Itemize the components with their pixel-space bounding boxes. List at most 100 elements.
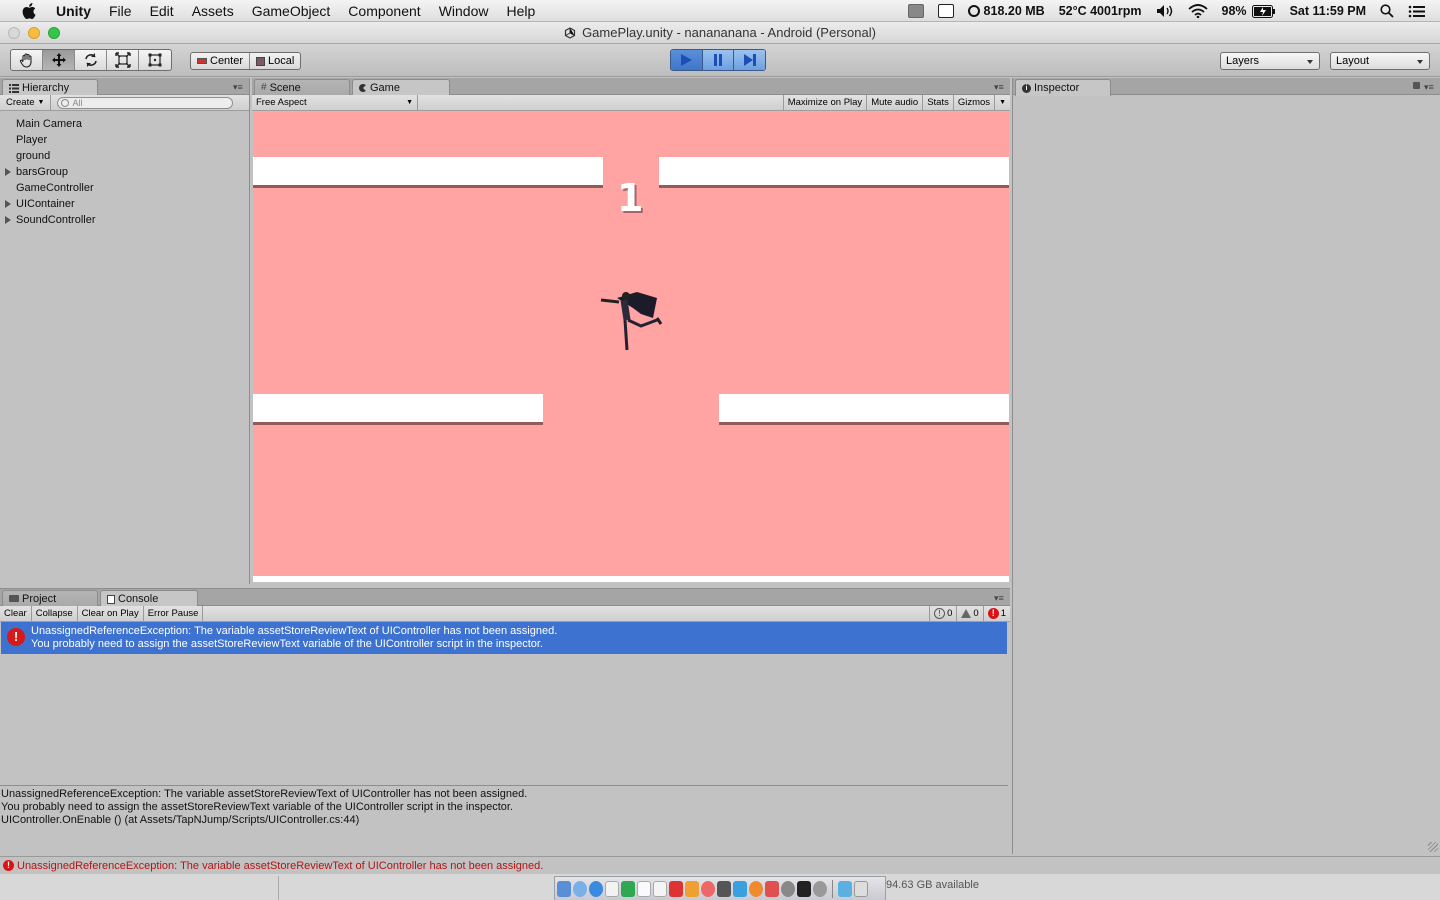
layout-dropdown[interactable]: Layout xyxy=(1330,52,1430,70)
panel-menu-icon[interactable]: ▾≡ xyxy=(994,83,1006,92)
battery-status[interactable]: 98% xyxy=(1222,4,1276,18)
move-tool-button[interactable] xyxy=(43,50,75,70)
notes-icon[interactable] xyxy=(605,880,619,897)
hierarchy-item-barsgroup[interactable]: barsGroup xyxy=(0,164,249,180)
memory-status[interactable]: 818.20 MB xyxy=(967,4,1045,18)
trash-icon[interactable] xyxy=(854,880,868,897)
hand-tool-button[interactable] xyxy=(11,50,43,70)
play-button[interactable] xyxy=(671,50,703,70)
expand-arrow-icon[interactable] xyxy=(5,216,11,224)
pivot-local-button[interactable]: Local xyxy=(250,53,300,69)
panel-menu-icon[interactable]: ▾≡ xyxy=(233,83,245,92)
game-viewport[interactable]: 1 xyxy=(253,112,1009,582)
minimize-window-button[interactable] xyxy=(28,27,40,39)
finder-icon[interactable] xyxy=(557,880,571,897)
status-item-icon[interactable] xyxy=(907,4,924,18)
calendar-icon[interactable] xyxy=(653,880,667,897)
messages-icon[interactable] xyxy=(733,880,747,897)
console-log-list[interactable] xyxy=(1,654,1007,786)
terminal-icon[interactable] xyxy=(621,880,635,897)
rect-tool-button[interactable] xyxy=(139,50,171,70)
maximize-on-play-toggle[interactable]: Maximize on Play xyxy=(782,95,868,110)
downloads-folder-icon[interactable] xyxy=(838,880,852,897)
clear-button[interactable]: Clear xyxy=(0,606,32,621)
panel-menu-icon[interactable]: ▾≡ xyxy=(994,594,1006,603)
console-splitter[interactable] xyxy=(0,785,1008,786)
aspect-label: Free Aspect xyxy=(256,97,307,108)
console-log-entry[interactable]: ! UnassignedReferenceException: The vari… xyxy=(1,622,1007,654)
pdf-app-icon[interactable] xyxy=(669,880,683,897)
bookmark-status-icon[interactable] xyxy=(937,4,954,18)
menu-file[interactable]: File xyxy=(109,3,132,19)
hierarchy-item-uicontainer[interactable]: UIContainer xyxy=(0,196,249,212)
safari-icon[interactable] xyxy=(589,880,603,897)
zoom-window-button[interactable] xyxy=(48,27,60,39)
hierarchy-item-main-camera[interactable]: Main Camera xyxy=(0,116,249,132)
menu-window[interactable]: Window xyxy=(439,3,489,19)
create-dropdown[interactable]: Create ▼ xyxy=(0,95,52,110)
spotlight-search-icon[interactable] xyxy=(1380,4,1394,18)
step-button[interactable] xyxy=(734,50,765,70)
textedit-icon[interactable] xyxy=(637,880,651,897)
collapse-toggle[interactable]: Collapse xyxy=(32,606,78,621)
mute-audio-toggle[interactable]: Mute audio xyxy=(867,95,924,110)
warning-filter-toggle[interactable]: 0 xyxy=(956,606,982,621)
volume-icon[interactable] xyxy=(1156,4,1174,18)
system-prefs-icon[interactable] xyxy=(781,880,795,897)
hierarchy-subbar: Create ▼ All xyxy=(0,95,249,111)
aspect-dropdown[interactable]: Free Aspect ▼ xyxy=(252,95,418,110)
clear-on-play-toggle[interactable]: Clear on Play xyxy=(78,606,144,621)
menu-component[interactable]: Component xyxy=(348,3,420,19)
lock-icon[interactable] xyxy=(1413,82,1420,89)
stats-toggle[interactable]: Stats xyxy=(923,95,954,110)
tab-inspector[interactable]: i Inspector xyxy=(1015,79,1111,96)
console-detail-area[interactable]: UnassignedReferenceException: The variab… xyxy=(1,788,1007,854)
wifi-icon[interactable] xyxy=(1187,4,1208,18)
apple-icon[interactable] xyxy=(20,2,38,20)
panel-menu-icon[interactable]: ▾≡ xyxy=(1424,83,1436,92)
hierarchy-item-soundcontroller[interactable]: SoundController xyxy=(0,212,249,228)
scale-tool-button[interactable] xyxy=(107,50,139,70)
app-icon[interactable] xyxy=(765,880,779,897)
resize-grip-icon[interactable] xyxy=(1428,842,1438,852)
vlc-icon[interactable] xyxy=(749,880,763,897)
hierarchy-item-player[interactable]: Player xyxy=(0,132,249,148)
menu-edit[interactable]: Edit xyxy=(150,3,174,19)
launchpad-icon[interactable] xyxy=(573,880,587,897)
hierarchy-search-input[interactable]: All xyxy=(57,96,234,109)
hierarchy-item-gamecontroller[interactable]: GameController xyxy=(0,180,249,196)
error-pause-toggle[interactable]: Error Pause xyxy=(144,606,204,621)
menu-unity[interactable]: Unity xyxy=(56,3,91,19)
tab-game[interactable]: Game xyxy=(352,79,450,96)
expand-arrow-icon[interactable] xyxy=(5,200,11,208)
tab-scene[interactable]: # Scene xyxy=(254,79,350,95)
sketch-icon[interactable] xyxy=(685,880,699,897)
menu-gameobject[interactable]: GameObject xyxy=(252,3,331,19)
menu-help[interactable]: Help xyxy=(506,3,535,19)
dock-separator xyxy=(832,879,833,898)
tab-project[interactable]: Project xyxy=(2,590,98,606)
pause-button[interactable] xyxy=(702,50,735,70)
clock[interactable]: Sat 11:59 PM xyxy=(1290,4,1366,18)
status-bar[interactable]: ! UnassignedReferenceException: The vari… xyxy=(0,856,1440,874)
menu-assets[interactable]: Assets xyxy=(192,3,234,19)
error-filter-toggle[interactable]: ! 1 xyxy=(982,606,1010,621)
rotate-tool-button[interactable] xyxy=(75,50,107,70)
tab-hierarchy[interactable]: Hierarchy xyxy=(2,79,98,96)
hierarchy-item-ground[interactable]: ground xyxy=(0,148,249,164)
notification-center-icon[interactable] xyxy=(1408,5,1426,18)
tab-console[interactable]: Console xyxy=(100,590,198,607)
app-icon[interactable] xyxy=(813,880,827,897)
info-filter-toggle[interactable]: ! 0 xyxy=(929,606,956,621)
chevron-down-icon xyxy=(1307,60,1313,64)
unity-icon[interactable] xyxy=(797,880,811,897)
close-window-button[interactable] xyxy=(8,27,20,39)
gizmos-toggle[interactable]: Gizmos xyxy=(954,95,996,110)
gizmos-dropdown[interactable]: ▼ xyxy=(995,95,1010,110)
temperature-status[interactable]: 52°C 4001rpm xyxy=(1059,4,1142,18)
pivot-center-button[interactable]: Center xyxy=(191,53,251,69)
layers-dropdown[interactable]: Layers xyxy=(1220,52,1320,70)
expand-arrow-icon[interactable] xyxy=(5,168,11,176)
photos-icon[interactable] xyxy=(717,880,731,897)
chrome-icon[interactable] xyxy=(701,880,715,897)
